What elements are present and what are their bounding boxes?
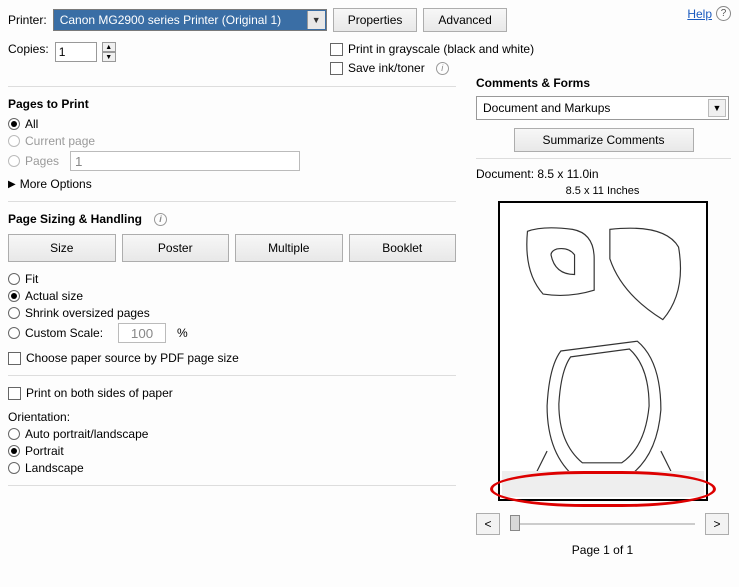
preview-next-button[interactable]: > — [705, 513, 729, 535]
expand-right-icon: ▶ — [8, 179, 16, 190]
help-link[interactable]: Help — [687, 7, 712, 21]
tab-booklet[interactable]: Booklet — [349, 234, 457, 262]
custom-scale-input[interactable] — [118, 323, 166, 343]
tab-multiple[interactable]: Multiple — [235, 234, 343, 262]
percent-label: % — [177, 326, 188, 340]
fit-label: Fit — [25, 272, 38, 286]
actual-size-label: Actual size — [25, 289, 83, 303]
page-indicator: Page 1 of 1 — [476, 543, 729, 557]
pages-range-label: Pages — [25, 154, 59, 168]
orientation-title: Orientation: — [8, 410, 456, 424]
tab-poster[interactable]: Poster — [122, 234, 230, 262]
advanced-button[interactable]: Advanced — [423, 8, 506, 32]
printer-label: Printer: — [8, 13, 47, 27]
slider-thumb-icon[interactable] — [510, 515, 520, 531]
shrink-radio[interactable] — [8, 307, 20, 319]
pages-current-label: Current page — [25, 134, 95, 148]
save-ink-label: Save ink/toner — [348, 61, 425, 75]
paper-source-checkbox[interactable] — [8, 352, 21, 365]
properties-button[interactable]: Properties — [333, 8, 418, 32]
pages-range-radio[interactable] — [8, 155, 20, 167]
info-icon[interactable]: i — [154, 213, 167, 226]
orient-portrait-radio[interactable] — [8, 445, 20, 457]
orient-portrait-label: Portrait — [25, 444, 64, 458]
chevron-down-icon: ▼ — [708, 99, 726, 117]
print-preview — [498, 201, 708, 501]
grayscale-checkbox[interactable] — [330, 43, 343, 56]
copies-spinner[interactable]: ▲ ▼ — [102, 42, 116, 62]
pages-all-label: All — [25, 117, 38, 131]
pages-range-input[interactable] — [70, 151, 300, 171]
custom-scale-label: Custom Scale: — [25, 326, 103, 340]
save-ink-checkbox[interactable] — [330, 62, 343, 75]
duplex-label: Print on both sides of paper — [26, 386, 173, 400]
printer-select[interactable]: Canon MG2900 series Printer (Original 1)… — [53, 9, 327, 31]
fit-radio[interactable] — [8, 273, 20, 285]
comments-forms-select[interactable]: Document and Markups ▼ — [476, 96, 729, 120]
actual-size-radio[interactable] — [8, 290, 20, 302]
spinner-down-icon[interactable]: ▼ — [102, 52, 116, 62]
copies-label: Copies: — [8, 42, 49, 56]
preview-prev-button[interactable]: < — [476, 513, 500, 535]
sizing-title: Page Sizing & Handling — [8, 212, 142, 226]
paper-source-label: Choose paper source by PDF page size — [26, 351, 239, 365]
custom-scale-radio[interactable] — [8, 327, 20, 339]
more-options-label: More Options — [20, 177, 92, 191]
document-size-label: Document: 8.5 x 11.0in — [476, 167, 731, 181]
preview-content-icon — [500, 203, 706, 499]
orient-landscape-label: Landscape — [25, 461, 84, 475]
shrink-label: Shrink oversized pages — [25, 306, 150, 320]
more-options-toggle[interactable]: ▶ More Options — [8, 177, 456, 191]
preview-slider[interactable] — [510, 521, 695, 527]
info-icon[interactable]: i — [436, 62, 449, 75]
duplex-checkbox[interactable] — [8, 387, 21, 400]
orient-landscape-radio[interactable] — [8, 462, 20, 474]
grayscale-label: Print in grayscale (black and white) — [348, 42, 534, 56]
tab-size[interactable]: Size — [8, 234, 116, 262]
paper-size-label: 8.5 x 11 Inches — [476, 185, 729, 197]
orient-auto-label: Auto portrait/landscape — [25, 427, 148, 441]
comments-forms-selected: Document and Markups — [483, 101, 610, 115]
spinner-up-icon[interactable]: ▲ — [102, 42, 116, 52]
help-icon[interactable]: ? — [716, 6, 731, 21]
pages-all-radio[interactable] — [8, 118, 20, 130]
preview-margin-shade — [502, 471, 704, 497]
orient-auto-radio[interactable] — [8, 428, 20, 440]
chevron-down-icon: ▼ — [307, 11, 325, 29]
pages-current-radio[interactable] — [8, 135, 20, 147]
summarize-comments-button[interactable]: Summarize Comments — [514, 128, 694, 152]
copies-input[interactable] — [55, 42, 97, 62]
pages-to-print-title: Pages to Print — [8, 97, 456, 111]
printer-selected-text: Canon MG2900 series Printer (Original 1) — [60, 13, 281, 27]
